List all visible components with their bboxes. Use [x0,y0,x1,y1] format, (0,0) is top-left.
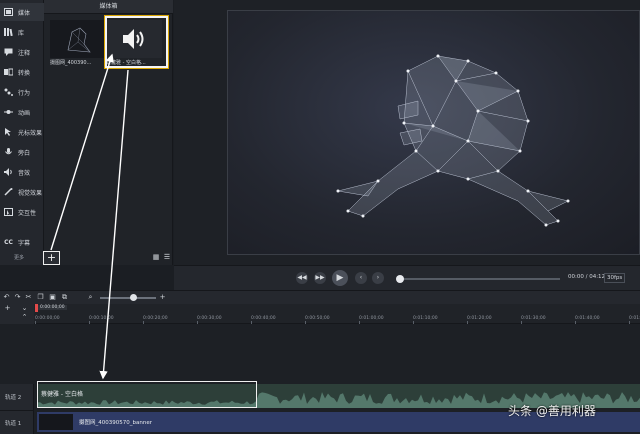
ruler-tick-label: 0:01:10;00 [413,316,438,321]
list-view-icon[interactable]: ☰ [163,253,171,261]
more-tools-link[interactable]: 更多 [0,251,44,265]
zoom-slider-handle[interactable] [130,294,137,301]
media-item-caption: 摄图网_400390... [50,60,92,66]
sidebar-item-media[interactable]: 媒体 [0,3,44,21]
transition-icon [3,67,14,77]
sidebar-item-label: 行为 [18,89,31,97]
split-icon[interactable]: ⧉ [60,293,69,302]
add-media-button[interactable]: + [43,251,60,265]
sidebar-item-transitions[interactable]: 转换 [0,63,44,81]
add-track-icon[interactable]: + [3,304,12,313]
track-1-header[interactable]: 轨道 1 [0,410,34,434]
time-readout: 00:00 / 04:12 [568,274,606,280]
sidebar-item-label: 音效 [18,169,31,177]
watermark: 头条 @善用利器 [508,404,596,418]
sidebar-item-label: 旁白 [18,149,31,157]
tool-sidebar: 媒体 库 注释 转换 行为 动画 光标效果 旁白 音效 视觉效果 交互性 CC … [0,0,44,265]
animation-icon [3,107,14,117]
narration-icon [3,147,14,157]
video-clip-label: 摄图网_400390570_banner [79,420,152,426]
grid-view-icon[interactable]: ▦ [152,253,160,261]
expand-tracks-icon[interactable]: ⌄ [20,304,29,313]
audio-clip-highlight [37,381,257,408]
captions-icon: CC [4,238,13,246]
undo-icon[interactable]: ↶ [2,293,11,302]
timeline-toolbar: ↶ ↷ ✂ ❐ ▣ ⧉ ⌕ + [0,290,640,304]
ruler-tick-label: 0:01:20;00 [467,316,492,321]
zoom-in-icon[interactable]: + [158,293,167,302]
sidebar-item-cursor-effects[interactable]: 光标效果 [0,123,44,141]
media-bin-panel: 媒体箱 摄图网_400390... 蔡健雅 - 空白格... ▦ ☰ [44,0,173,265]
sidebar-item-label: 库 [18,29,25,37]
sidebar-item-label: 字幕 [18,239,31,247]
playhead-time: 0:00:00;00 [38,305,67,310]
behavior-icon [3,87,14,97]
sidebar-item-annotations[interactable]: 注释 [0,43,44,61]
sidebar-item-behaviors[interactable]: 行为 [0,83,44,101]
zoom-icon: ⌕ [88,293,93,301]
cursor-effect-icon [3,127,14,137]
sidebar-item-animations[interactable]: 动画 [0,103,44,121]
selected-media-highlight [104,15,169,69]
sidebar-item-label: 光标效果 [18,129,43,137]
visual-effect-icon [3,187,14,197]
ruler-tick-label: 0:00:40;00 [251,316,276,321]
copy-icon[interactable]: ❐ [36,293,45,302]
ruler-tick-label: 0:00:20;00 [143,316,168,321]
interactivity-icon [3,207,14,217]
track-2-header[interactable]: 轨道 2 [0,384,34,410]
library-icon [3,27,14,37]
annotation-icon [3,47,14,57]
ruler-tick-label: 0:00:30;00 [197,316,222,321]
media-icon [3,7,14,17]
sidebar-item-library[interactable]: 库 [0,23,44,41]
ruler-tick-label: 0:00:50;00 [305,316,330,321]
next-clip-button[interactable]: › [372,272,384,284]
view-toggle: ▦ ☰ [152,253,172,263]
sidebar-item-visual-effects[interactable]: 视觉效果 [0,183,44,201]
timeline-zoom-slider[interactable] [100,297,156,299]
audio-effect-icon [3,167,14,177]
sidebar-item-label: 视觉效果 [18,189,43,197]
step-back-button[interactable]: ◀◀ [296,272,308,284]
ruler-tick-label: 0:00:10;00 [89,316,114,321]
sidebar-item-captions[interactable]: CC 字幕 [0,233,44,251]
sidebar-item-label: 注释 [18,49,31,57]
sidebar-item-label: 媒体 [18,9,31,17]
previous-clip-button[interactable]: ‹ [355,272,367,284]
ruler-tick-label: 0:01:00;00 [359,316,384,321]
ruler-gutter: + ⌄ ⌃ [0,304,34,324]
cut-icon[interactable]: ✂ [24,293,33,302]
sidebar-item-narration[interactable]: 旁白 [0,143,44,161]
ruler-tick-label: 0:01:50;00 [629,316,640,321]
ruler-tick-label: 0:00:00;00 [35,316,60,321]
player-controls: ◀◀ ▶▶ ▶ ‹ › 00:00 / 04:12 30fps [174,265,640,290]
play-button[interactable]: ▶ [332,270,348,286]
media-item-video[interactable]: 摄图网_400390... [50,20,108,66]
paste-icon[interactable]: ▣ [48,293,57,302]
sidebar-item-label: 动画 [18,109,31,117]
canvas-preview[interactable] [227,10,640,255]
video-clip-thumbnail [39,414,73,430]
collapse-tracks-icon[interactable]: ⌃ [20,313,29,322]
fps-selector[interactable]: 30fps [604,273,626,283]
step-forward-button[interactable]: ▶▶ [314,272,326,284]
sidebar-item-label: 转换 [18,69,31,77]
scrubber-handle[interactable] [396,275,404,283]
sidebar-item-interactivity[interactable]: 交互性 [0,203,44,221]
media-bin-title: 媒体箱 [44,0,173,14]
sidebar-item-audio-effects[interactable]: 音效 [0,163,44,181]
ruler-tick-label: 0:01:40;00 [575,316,600,321]
video-thumbnail [50,20,106,58]
timeline-ruler[interactable]: + ⌄ ⌃ 0:00:00;00 0:00:00;00 0:00:10;00 0:0… [0,304,640,324]
redo-icon[interactable]: ↷ [13,293,22,302]
sidebar-item-label: 交互性 [18,209,37,217]
polygon-hands-image [336,54,570,227]
playback-scrubber[interactable] [402,278,560,280]
ruler-tick-label: 0:01:30;00 [521,316,546,321]
